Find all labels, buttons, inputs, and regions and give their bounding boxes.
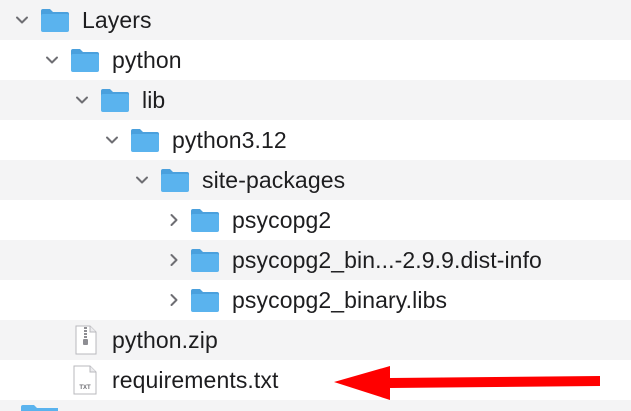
chevron-down-icon[interactable]: [102, 130, 122, 150]
tree-label-python-zip: python.zip: [112, 327, 218, 353]
tree-label-site-packages: site-packages: [202, 167, 346, 193]
tree-label-python: python: [112, 47, 182, 73]
folder-icon: [70, 47, 100, 73]
tree-row-psycopg2[interactable]: psycopg2: [0, 200, 631, 240]
tree-label-binary-libs: psycopg2_binary.libs: [232, 287, 448, 313]
folder-icon: [160, 167, 190, 193]
tree-row-python[interactable]: python: [0, 40, 631, 80]
folder-icon: [130, 127, 160, 153]
annotation-arrow: [334, 366, 600, 400]
tree-row-layers[interactable]: Layers: [0, 0, 631, 40]
folder-icon: [190, 207, 220, 233]
tree-row-site-packages[interactable]: site-packages: [0, 160, 631, 200]
tree-row-lib[interactable]: lib: [0, 80, 631, 120]
zip-file-icon: [74, 325, 98, 355]
chevron-right-icon[interactable]: [164, 290, 184, 310]
text-file-icon: TXT: [72, 365, 98, 395]
tree-label-dist-info: psycopg2_bin...-2.9.9.dist-info: [232, 247, 542, 273]
tree-label-psycopg2: psycopg2: [232, 207, 332, 233]
folder-icon: [190, 247, 220, 273]
chevron-right-icon[interactable]: [164, 210, 184, 230]
tree-label-python312: python3.12: [172, 127, 287, 153]
tree-label-layers: Layers: [82, 7, 152, 33]
tree-row-dist-info[interactable]: psycopg2_bin...-2.9.9.dist-info: [0, 240, 631, 280]
folder-icon: [100, 87, 130, 113]
chevron-down-icon[interactable]: [132, 170, 152, 190]
tree-row-python-zip[interactable]: python.zip: [0, 320, 631, 360]
tree-row-python312[interactable]: python3.12: [0, 120, 631, 160]
folder-icon: [40, 7, 70, 33]
tree-label-lib: lib: [142, 87, 166, 113]
chevron-down-icon[interactable]: [42, 50, 62, 70]
chevron-down-icon[interactable]: [72, 90, 92, 110]
txt-badge: TXT: [79, 385, 91, 391]
tree-row-binary-libs[interactable]: psycopg2_binary.libs: [0, 280, 631, 320]
chevron-right-icon[interactable]: [164, 250, 184, 270]
folder-icon: [190, 287, 220, 313]
tree-label-requirements: requirements.txt: [112, 367, 279, 393]
chevron-down-icon[interactable]: [12, 10, 32, 30]
